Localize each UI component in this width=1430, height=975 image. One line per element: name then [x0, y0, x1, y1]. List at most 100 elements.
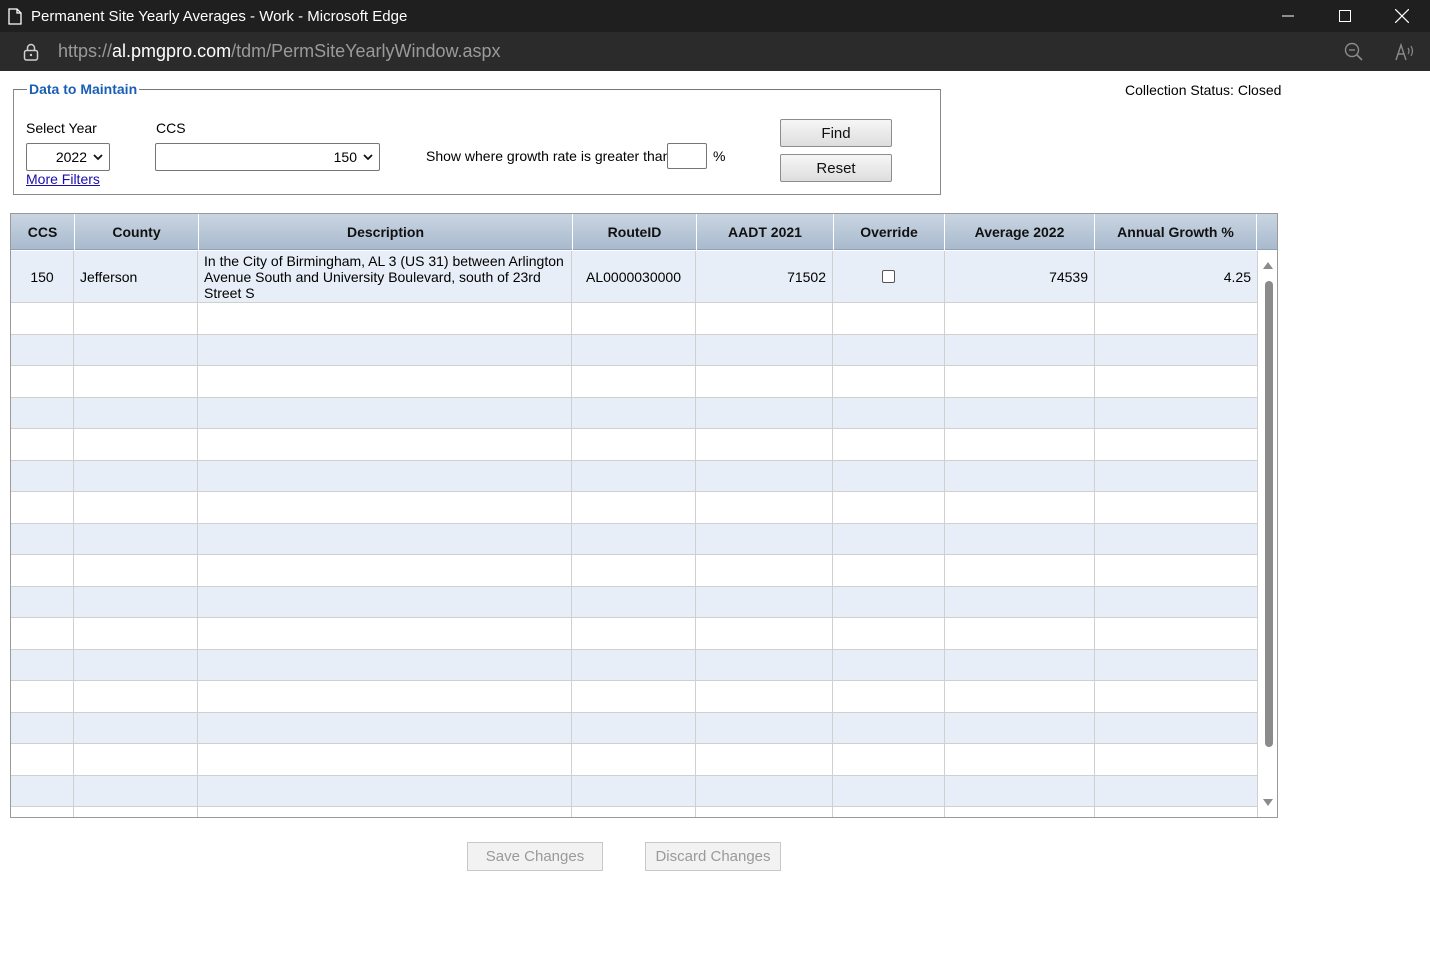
- ccs-select[interactable]: 150: [155, 143, 380, 171]
- empty-table-row[interactable]: [11, 460, 1258, 492]
- url-host: al.pmgpro.com: [112, 41, 232, 61]
- cell-aadt-2021: [696, 681, 833, 713]
- override-checkbox[interactable]: [882, 270, 895, 283]
- cell-override: [833, 366, 945, 398]
- collection-status: Collection Status: Closed: [1125, 82, 1282, 98]
- cell-average-2022: [945, 429, 1095, 461]
- cell-county: [74, 366, 198, 398]
- scroll-down-arrow-icon[interactable]: [1263, 799, 1273, 807]
- page-content: Data to Maintain Select Year 2022 More F…: [0, 71, 1430, 975]
- cell-county: [74, 712, 198, 744]
- url-path: /tdm/PermSiteYearlyWindow.aspx: [231, 41, 501, 61]
- cell-aadt-2021: [696, 303, 833, 335]
- zoom-out-icon[interactable]: [1344, 42, 1364, 62]
- empty-table-row[interactable]: [11, 334, 1258, 366]
- cell-annual-growth: [1095, 523, 1258, 555]
- cell-average-2022: [945, 618, 1095, 650]
- cell-ccs: [11, 555, 74, 587]
- header-override[interactable]: Override: [834, 214, 945, 250]
- find-button[interactable]: Find: [780, 119, 892, 147]
- save-changes-button[interactable]: Save Changes: [467, 842, 603, 871]
- cell-description: [198, 712, 572, 744]
- reset-button[interactable]: Reset: [780, 154, 892, 182]
- cell-aadt-2021: [696, 366, 833, 398]
- cell-route-id: [572, 397, 696, 429]
- cell-description: [198, 555, 572, 587]
- empty-table-row[interactable]: [11, 366, 1258, 398]
- cell-description: [198, 649, 572, 681]
- empty-table-row[interactable]: [11, 523, 1258, 555]
- header-average-2022[interactable]: Average 2022: [945, 214, 1095, 250]
- empty-table-row[interactable]: [11, 649, 1258, 681]
- empty-table-row[interactable]: [11, 618, 1258, 650]
- cell-aadt-2021: [696, 744, 833, 776]
- discard-changes-button[interactable]: Discard Changes: [645, 842, 781, 871]
- cell-route-id: [572, 366, 696, 398]
- cell-annual-growth: [1095, 649, 1258, 681]
- empty-table-row[interactable]: [11, 744, 1258, 776]
- cell-ccs: [11, 586, 74, 618]
- cell-aadt-2021: 71502: [696, 251, 833, 303]
- header-route-id[interactable]: RouteID: [573, 214, 697, 250]
- cell-ccs: [11, 460, 74, 492]
- cell-override: [833, 586, 945, 618]
- scroll-thumb[interactable]: [1265, 281, 1273, 747]
- growth-label: Show where growth rate is greater than:: [426, 148, 675, 164]
- year-label: Select Year: [26, 120, 97, 136]
- cell-ccs: [11, 397, 74, 429]
- header-annual-growth[interactable]: Annual Growth %: [1095, 214, 1257, 250]
- empty-table-row[interactable]: [11, 681, 1258, 713]
- cell-description: [198, 744, 572, 776]
- minimize-icon: [1281, 15, 1294, 17]
- cell-ccs: [11, 618, 74, 650]
- header-aadt-2021[interactable]: AADT 2021: [697, 214, 834, 250]
- cell-route-id: [572, 492, 696, 524]
- more-filters-link[interactable]: More Filters: [26, 171, 100, 187]
- header-ccs[interactable]: CCS: [11, 214, 75, 250]
- header-county[interactable]: County: [75, 214, 199, 250]
- empty-table-row[interactable]: [11, 555, 1258, 587]
- cell-description: [198, 397, 572, 429]
- read-aloud-icon[interactable]: [1394, 42, 1416, 62]
- minimize-button[interactable]: [1259, 0, 1316, 32]
- cell-average-2022: [945, 681, 1095, 713]
- cell-average-2022: [945, 712, 1095, 744]
- scroll-up-arrow-icon[interactable]: [1263, 261, 1273, 269]
- header-description[interactable]: Description: [199, 214, 573, 250]
- maximize-button[interactable]: [1316, 0, 1373, 32]
- empty-table-row[interactable]: [11, 492, 1258, 524]
- close-button[interactable]: [1373, 0, 1430, 32]
- cell-county: [74, 618, 198, 650]
- cell-override: [833, 492, 945, 524]
- cell-aadt-2021: [696, 807, 833, 817]
- cell-description: [198, 429, 572, 461]
- empty-table-row[interactable]: [11, 586, 1258, 618]
- table-row[interactable]: 150 Jefferson In the City of Birmingham,…: [11, 251, 1258, 303]
- cell-route-id: [572, 744, 696, 776]
- cell-annual-growth: [1095, 712, 1258, 744]
- cell-ccs: [11, 681, 74, 713]
- empty-table-row[interactable]: [11, 775, 1258, 807]
- empty-table-row[interactable]: [11, 397, 1258, 429]
- lock-icon[interactable]: [23, 43, 39, 61]
- grid-scrollbar[interactable]: [1258, 251, 1277, 817]
- growth-rate-input[interactable]: [667, 143, 707, 169]
- cell-override: [833, 523, 945, 555]
- grid-rows: 150 Jefferson In the City of Birmingham,…: [11, 251, 1258, 817]
- year-select[interactable]: 2022: [26, 143, 110, 171]
- cell-ccs: [11, 334, 74, 366]
- cell-override: [833, 251, 945, 303]
- cell-route-id: [572, 681, 696, 713]
- empty-table-row[interactable]: [11, 429, 1258, 461]
- cell-description: [198, 586, 572, 618]
- url-text[interactable]: https://al.pmgpro.com/tdm/PermSiteYearly…: [58, 41, 501, 62]
- cell-override: [833, 649, 945, 681]
- cell-average-2022: [945, 397, 1095, 429]
- cell-county: [74, 334, 198, 366]
- cell-description: [198, 492, 572, 524]
- cell-average-2022: [945, 366, 1095, 398]
- empty-table-row[interactable]: [11, 807, 1258, 817]
- empty-table-row[interactable]: [11, 712, 1258, 744]
- empty-table-row[interactable]: [11, 303, 1258, 335]
- cell-annual-growth: [1095, 807, 1258, 817]
